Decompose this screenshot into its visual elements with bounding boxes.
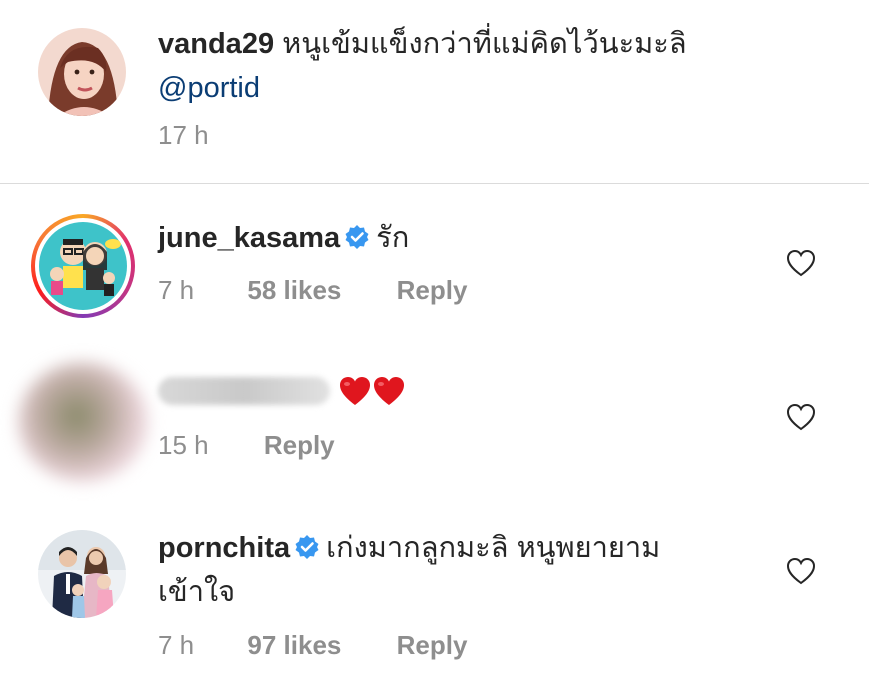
comment-timestamp: 7 h <box>158 275 195 305</box>
comment-meta: 17 h <box>158 120 209 151</box>
comment-vanda29: vanda29 หนูเข้มแข็งกว่าที่แม่คิดไว้นะมะล… <box>0 0 869 183</box>
comment-text-block: vanda29 หนูเข้มแข็งกว่าที่แม่คิดไว้นะมะล… <box>158 22 758 110</box>
verified-badge-icon <box>295 535 319 559</box>
comment-username[interactable]: june_kasama <box>158 222 340 254</box>
avatar <box>39 222 127 310</box>
red-heart-icon <box>340 377 370 405</box>
reply-button[interactable]: Reply <box>397 275 468 306</box>
comment-text-block: pornchita เก่งมากลูกมะลิ หนูพยายาม เข้าใ… <box>158 526 758 614</box>
comment-text: รัก <box>376 222 410 254</box>
verified-badge-icon <box>345 225 369 249</box>
likes-count[interactable]: 58 likes <box>247 275 341 306</box>
user-photo-icon <box>38 28 126 116</box>
mention-link[interactable]: @portid <box>158 72 260 104</box>
comment-timestamp: 15 h <box>158 430 209 460</box>
cartoon-family-icon <box>39 222 127 310</box>
comment-text: หนูเข้มแข็งกว่าที่แม่คิดไว้นะมะลิ <box>282 28 687 60</box>
comment-username[interactable]: pornchita <box>158 532 290 564</box>
avatar[interactable] <box>38 28 126 116</box>
comment-username[interactable]: vanda29 <box>158 28 274 60</box>
comment-text-line2: เข้าใจ <box>158 576 236 608</box>
avatar[interactable] <box>38 530 126 618</box>
like-heart-icon[interactable] <box>786 249 816 277</box>
like-heart-icon[interactable] <box>786 403 816 431</box>
reply-button[interactable]: Reply <box>397 630 468 661</box>
comment-text-block: june_kasama รัก <box>158 216 758 260</box>
comment-timestamp: 17 h <box>158 120 209 150</box>
comment-text: เก่งมากลูกมะลิ หนูพยายาม <box>326 532 661 564</box>
red-heart-icon <box>374 377 404 405</box>
avatar[interactable] <box>18 362 148 482</box>
comment-meta: 7 h 97 likes Reply <box>158 630 467 661</box>
reply-button[interactable]: Reply <box>264 430 335 461</box>
like-heart-icon[interactable] <box>786 557 816 585</box>
family-photo-icon <box>38 530 126 618</box>
comment-text-block <box>158 370 758 414</box>
comment-username-redacted[interactable] <box>158 377 330 405</box>
divider <box>0 183 869 184</box>
comment-timestamp: 7 h <box>158 630 195 660</box>
story-ring[interactable] <box>31 214 135 318</box>
comment-meta: 7 h 58 likes Reply <box>158 275 467 306</box>
likes-count[interactable]: 97 likes <box>247 630 341 661</box>
comment-meta: 15 h Reply <box>158 430 335 461</box>
